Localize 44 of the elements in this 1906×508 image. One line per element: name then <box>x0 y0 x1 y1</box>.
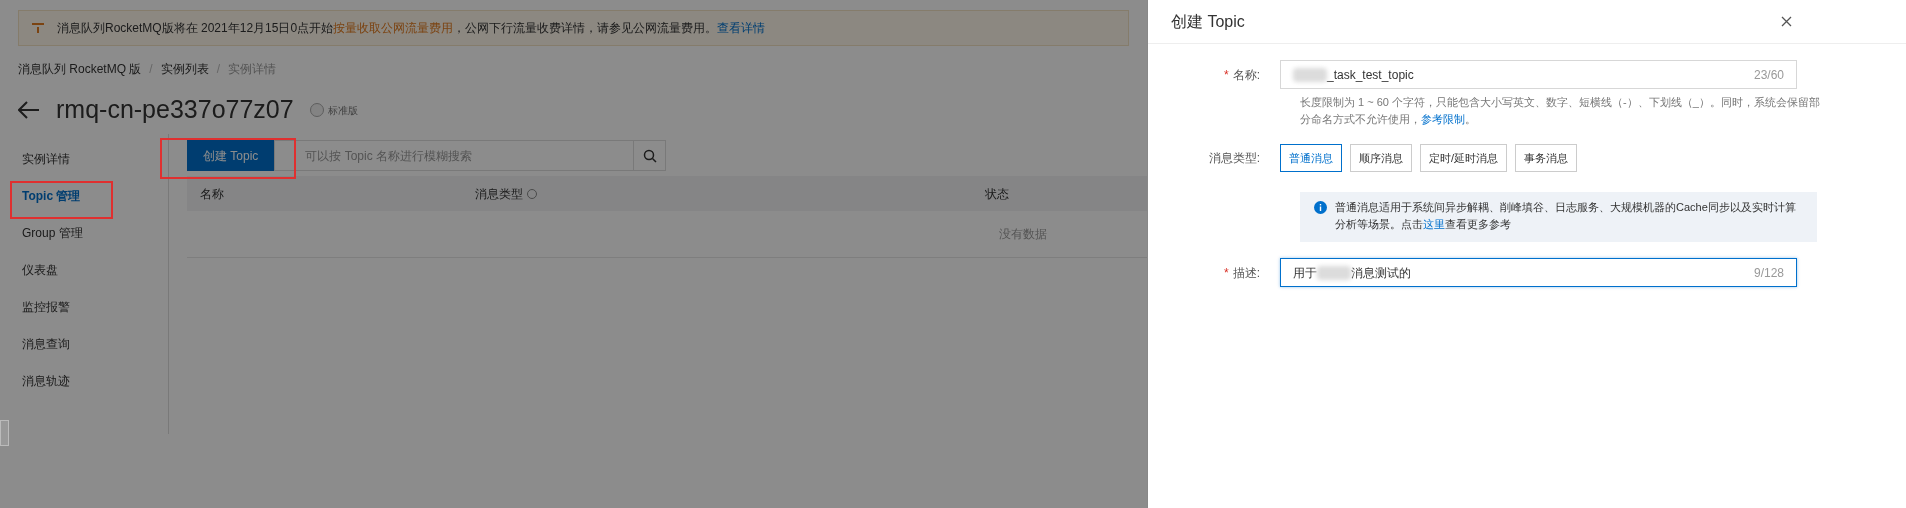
sidebar-item[interactable]: 实例详情 <box>0 140 168 177</box>
blurred-text-icon <box>1317 265 1351 280</box>
sidebar-item[interactable]: 监控报警 <box>0 288 168 325</box>
info-icon <box>1314 201 1327 214</box>
breadcrumb-item[interactable]: 实例列表 <box>160 60 209 78</box>
link[interactable]: 这里 <box>1423 218 1445 230</box>
field-label: * 描述: <box>1224 265 1260 280</box>
sidebar-item[interactable]: Group 管理 <box>0 214 168 251</box>
search-button[interactable] <box>634 140 667 171</box>
char-counter: 9/128 <box>1753 264 1784 282</box>
link[interactable]: 参考限制 <box>1421 113 1465 125</box>
message-type-option[interactable]: 顺序消息 <box>1350 144 1412 172</box>
back-arrow-icon[interactable] <box>18 101 40 119</box>
close-icon[interactable] <box>1781 16 1792 27</box>
sidebar-item[interactable]: 仪表盘 <box>0 251 168 288</box>
name-field[interactable]: _task_test_topic 23/60 <box>1280 60 1797 89</box>
message-type-option[interactable]: 定时/延时消息 <box>1420 144 1508 172</box>
sidebar-item[interactable]: 消息查询 <box>0 325 168 362</box>
sidebar-item[interactable]: 消息轨迹 <box>0 362 168 399</box>
column-header: 消息类型 <box>475 184 985 203</box>
field-label: 消息类型: <box>1208 151 1260 165</box>
message-type-option[interactable]: 事务消息 <box>1515 144 1578 172</box>
description-field[interactable]: 用于 消息测试的 9/128 <box>1280 258 1797 287</box>
notice-icon <box>31 21 45 35</box>
sidebar-item[interactable]: Topic 管理 <box>0 177 168 214</box>
instance-title: rmq-cn-pe337o77z07 <box>56 94 294 126</box>
info-text: 普通消息适用于系统间异步解耦、削峰填谷、日志服务、大规模机器的Cache同步以及实时计算分析等场景。点击这里查看更多参考 <box>1335 200 1797 232</box>
help-text: 长度限制为 1 ~ 60 个字符，只能包含大小写英文、数字、短横线（-）、下划线（_）。同时，系统会保留部分命名方式不允许使用，参考限制。 <box>1300 96 1820 125</box>
edition-badge: 标准版 <box>309 102 358 118</box>
collapse-handle-icon[interactable] <box>0 420 9 446</box>
column-header: 名称 <box>199 185 225 203</box>
char-counter: 23/60 <box>1753 66 1784 84</box>
search-icon <box>642 148 657 163</box>
notice-text: 消息队列RocketMQ版将在 2021年12月15日0点开始按量收取公网流量费用，公网下行流量收费详情，请参见公网流量费用。查看详情 <box>57 20 766 37</box>
breadcrumb-separator: / <box>216 61 221 78</box>
blurred-text-icon <box>1293 67 1327 82</box>
link[interactable]: 查看详情 <box>717 21 766 35</box>
column-header: 状态 <box>985 185 1009 203</box>
message-type-option[interactable]: 普通消息 <box>1280 144 1342 172</box>
drawer-title: 创建 Topic <box>1171 11 1245 32</box>
breadcrumb-item[interactable]: 消息队列 RocketMQ 版 <box>18 60 142 78</box>
breadcrumb-separator: / <box>149 61 153 78</box>
field-label: * 名称: <box>1224 67 1260 82</box>
create-topic-button[interactable]: 创建 Topic <box>187 140 275 171</box>
